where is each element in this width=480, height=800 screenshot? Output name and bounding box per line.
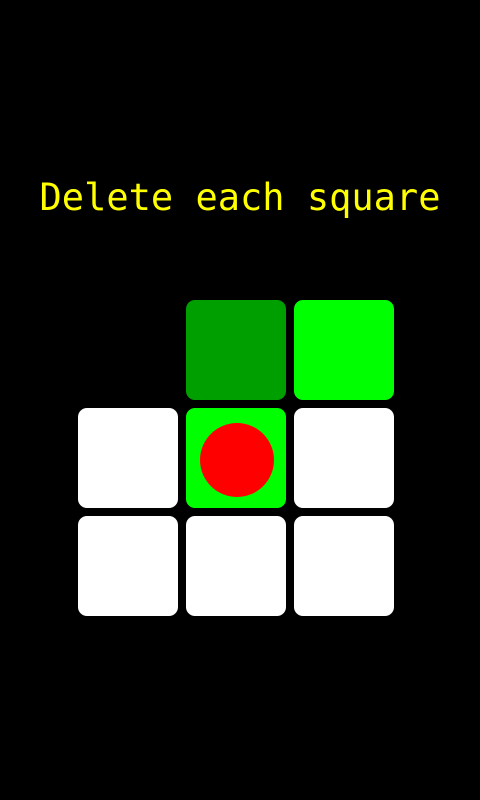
- tile-r1-c2-white[interactable]: [294, 408, 394, 508]
- tile-r2-c2-white[interactable]: [294, 516, 394, 616]
- tile-r0-c2-bright-green[interactable]: [294, 300, 394, 400]
- tile-r2-c0-white[interactable]: [78, 516, 178, 616]
- tile-r1-c0-white[interactable]: [78, 408, 178, 508]
- tile-r1-c1-current[interactable]: [186, 408, 286, 508]
- game-board: [78, 300, 396, 618]
- player-red-circle-icon: [200, 423, 274, 497]
- tile-r0-c1-dark-green[interactable]: [186, 300, 286, 400]
- instruction-text: Delete each square: [39, 176, 441, 219]
- tile-r2-c1-white[interactable]: [186, 516, 286, 616]
